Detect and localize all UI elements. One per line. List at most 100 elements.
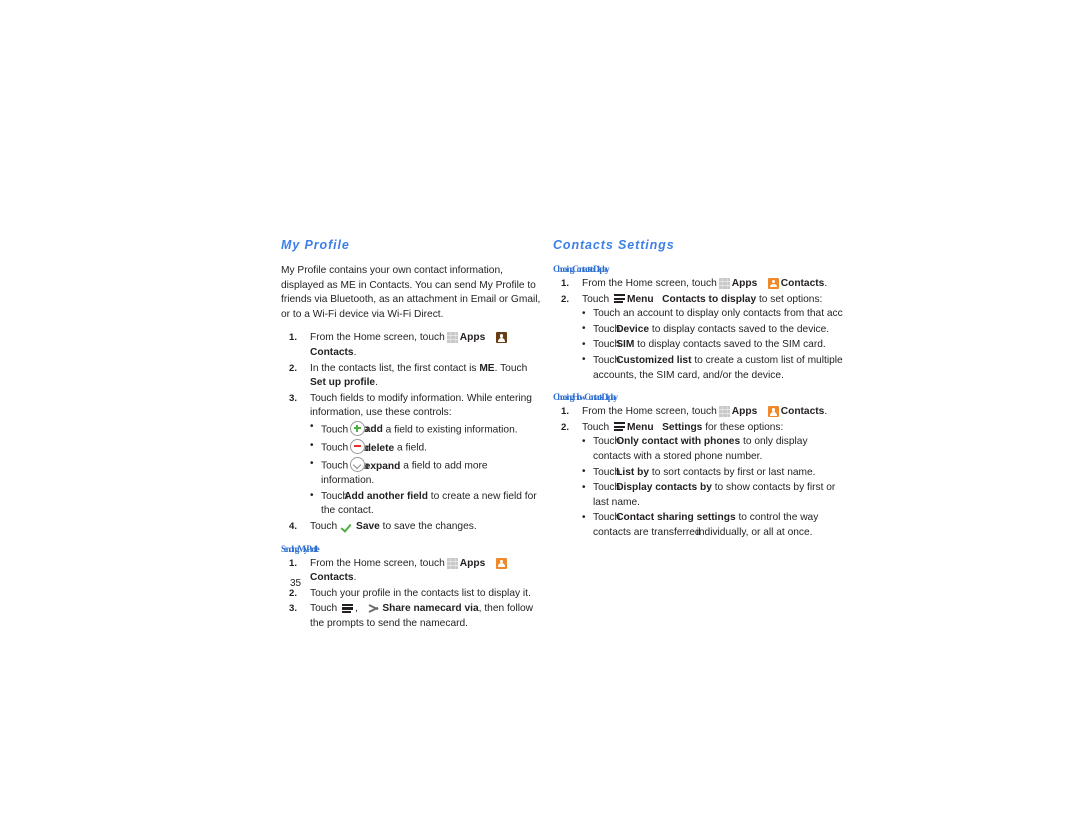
step-item: 4. Touch Save to save the changes. <box>281 520 543 535</box>
bullet-tail: to display contacts saved to the device. <box>651 323 830 335</box>
step-tail: to save the changes. <box>382 521 477 532</box>
list-item: TouchDisplay contacts by to show contact… <box>582 481 843 510</box>
apps-grid-icon <box>446 332 458 344</box>
bullet-tail: to sort contacts by first or last name. <box>651 466 816 478</box>
contacts-icon <box>767 406 779 418</box>
bullet-tail-2: individually, or all at once. <box>696 526 813 538</box>
step-item: 2. Touch Menu Settings for these options… <box>553 421 843 541</box>
step-item: 3. Touch , Share namecard via, then foll… <box>281 602 543 631</box>
left-column: My Profile My Profile contains your own … <box>281 238 543 633</box>
manual-page: My Profile My Profile contains your own … <box>0 0 1080 834</box>
bullet-bold: add <box>364 424 383 436</box>
step-bold-setup-profile: Set up profile <box>310 377 376 389</box>
menu-label: Menu <box>627 421 654 433</box>
step-text: In the contacts list, the first contact … <box>310 362 480 374</box>
step-trailing: . <box>353 572 357 584</box>
page-title-contacts-settings: Contacts Settings <box>553 238 675 252</box>
my-profile-intro-paragraph: My Profile contains your own contact inf… <box>281 265 541 320</box>
menu-icon <box>342 603 354 614</box>
step-number: 3. <box>289 603 298 615</box>
list-item: TouchDevice to display contacts saved to… <box>582 322 843 338</box>
share-icon <box>368 602 380 613</box>
list-item: Touchtoadd a field to existing informati… <box>310 420 543 438</box>
step-text: . <box>375 377 378 389</box>
step-comma: , <box>355 603 358 615</box>
step-item: 2. Touch Menu Contacts to display to set… <box>553 293 843 384</box>
bullet-bold: Only contact with phones <box>616 436 741 448</box>
settings-label: Settings <box>662 421 703 433</box>
bullet-bold: expand <box>364 460 401 472</box>
step-text: From the Home screen, touch <box>310 332 445 344</box>
step-text: Touch <box>582 293 610 305</box>
page-title-my-profile: My Profile <box>281 238 350 252</box>
contacts-icon <box>495 557 507 569</box>
step-item: 2. Touch your profile in the contacts li… <box>281 587 543 602</box>
step-number: 1. <box>289 332 298 344</box>
choosing-contacts-steps: 1. From the Home screen, touch Apps Conta… <box>553 277 843 383</box>
step-text: Touch <box>582 421 610 433</box>
step-number: 4. <box>289 521 298 532</box>
step-text: From the Home screen, touch <box>310 557 445 569</box>
contacts-display-options: Touch an account to display only contact… <box>582 307 843 383</box>
bullet-lead: Touch <box>321 424 349 436</box>
step-number: 1. <box>561 406 570 418</box>
contacts-label: Contacts <box>310 572 354 584</box>
bullet-bold: Display contacts by <box>616 482 712 494</box>
contacts-icon <box>495 332 507 344</box>
step-item: 1. From the Home screen, touch Apps Conta… <box>281 331 543 360</box>
apps-grid-icon <box>718 278 730 289</box>
bullet-tail: a field to existing information. <box>385 424 518 436</box>
bullet-tail: to display contacts saved to the SIM car… <box>637 339 826 351</box>
step-number: 3. <box>289 392 298 404</box>
bullet-bold: Device <box>616 323 650 335</box>
step-number: 2. <box>561 293 570 305</box>
step-text: Touch <box>310 521 338 532</box>
apps-label: Apps <box>731 278 758 289</box>
subheading-choosing-contacts-to-display: Choosing Contacts to Display <box>553 264 610 274</box>
save-label: Save <box>356 521 380 532</box>
subheading-choosing-how-contacts-display: Choosing How Contacts Display <box>553 392 618 403</box>
step-item: 3. Touch fields to modify information. W… <box>281 392 543 519</box>
list-item: TouchCustomized list to create a custom … <box>582 353 843 383</box>
bullet-bold: delete <box>364 442 395 454</box>
list-item: TouchOnly contact with phones to only di… <box>582 435 843 464</box>
apps-label: Apps <box>459 557 486 569</box>
contacts-to-display-label: Contacts to display <box>662 293 757 305</box>
page-number: 35 <box>290 578 302 589</box>
step-text: From the Home screen, touch <box>582 406 717 418</box>
step-item: 1. From the Home screen, touch Apps Conta… <box>281 557 543 586</box>
bullet-lead: Touch an account to display only contact… <box>593 308 843 320</box>
step-number: 2. <box>289 362 298 374</box>
right-column: Contacts Settings Choosing Contacts to D… <box>553 238 843 542</box>
step-text: . Touch <box>494 362 528 374</box>
list-item: Touchtodelete a field. <box>310 439 543 456</box>
apps-label: Apps <box>731 406 758 418</box>
bullet-lead: Touch <box>321 460 349 472</box>
step-trailing: . <box>824 406 828 418</box>
step-item: 1. From the Home screen, touch Apps Conta… <box>553 277 843 292</box>
step-text: From the Home screen, touch <box>582 278 717 289</box>
step-number: 1. <box>561 278 570 289</box>
my-profile-steps: 1. From the Home screen, touch Apps Conta… <box>281 331 543 534</box>
bullet-bold: Add another field <box>344 490 428 502</box>
bullet-lead: Touch <box>321 442 349 454</box>
check-icon <box>342 521 354 532</box>
bullet-bold: Customized list <box>616 354 692 366</box>
bullet-bold: Contact sharing settings <box>616 512 736 524</box>
contacts-label: Contacts <box>780 406 825 418</box>
list-item: TouchContact sharing settings to control… <box>582 511 843 540</box>
step-text: Touch <box>310 603 338 615</box>
menu-icon <box>614 294 626 304</box>
menu-label: Menu <box>627 293 654 305</box>
share-namecard-label: Share namecard via <box>382 603 479 615</box>
apps-grid-icon <box>718 406 730 418</box>
apps-grid-icon <box>446 557 458 569</box>
step-text: Touch fields to modify information. Whil… <box>310 392 532 419</box>
subheading-sending-my-profile: Sending My Profile <box>281 543 320 554</box>
contacts-icon <box>767 278 779 289</box>
step-trailing: . <box>353 346 357 358</box>
step-tail: for these options: <box>705 421 784 433</box>
contacts-label: Contacts <box>780 278 825 289</box>
apps-label: Apps <box>459 332 486 344</box>
step-item: 1. From the Home screen, touch Apps Conta… <box>553 405 843 420</box>
